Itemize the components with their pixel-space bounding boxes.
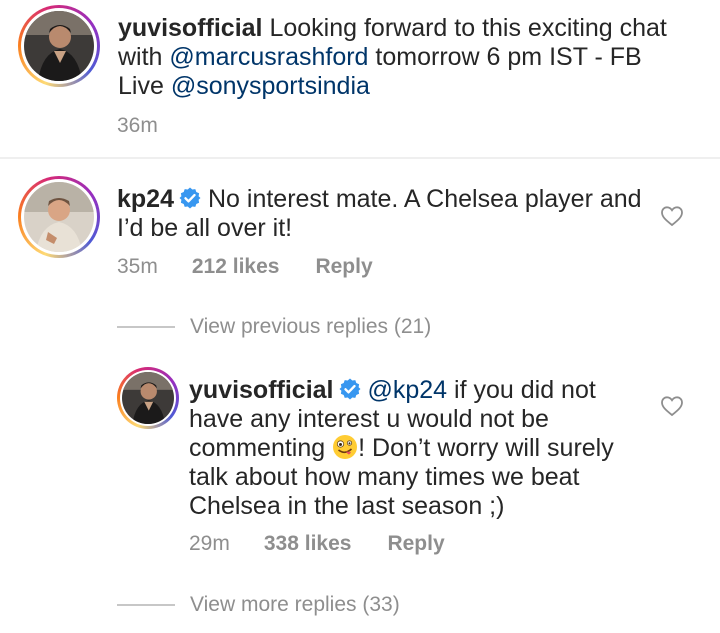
like-heart-icon[interactable] bbox=[660, 204, 684, 228]
replies-divider-line bbox=[117, 604, 175, 606]
comment-likes[interactable]: 212 likes bbox=[192, 255, 280, 279]
profile-photo bbox=[122, 372, 174, 424]
like-heart-icon[interactable] bbox=[660, 394, 684, 418]
avatar-yuvisofficial[interactable] bbox=[18, 5, 100, 87]
profile-photo bbox=[24, 182, 94, 252]
reply-text: yuvisofficial @kp24 if you did not have a… bbox=[189, 376, 614, 520]
comment-reply-button[interactable]: Reply bbox=[315, 255, 372, 279]
zany-face-emoji-icon bbox=[333, 435, 358, 459]
comment-text: kp24 No interest mate. A Chelsea player a… bbox=[117, 185, 642, 242]
profile-photo bbox=[24, 11, 94, 81]
username-yuvisofficial[interactable]: yuvisofficial bbox=[118, 14, 263, 42]
username-kp24[interactable]: kp24 bbox=[117, 185, 174, 213]
reply-timestamp: 29m bbox=[189, 532, 230, 555]
replies-divider-line bbox=[117, 326, 175, 328]
caption-meta: 36m bbox=[117, 114, 158, 138]
verified-badge-icon bbox=[339, 378, 360, 400]
verified-badge-icon bbox=[179, 187, 201, 209]
reply-likes[interactable]: 338 likes bbox=[264, 532, 352, 556]
username-yuvisofficial[interactable]: yuvisofficial bbox=[189, 376, 334, 404]
reply-meta: 29m 338 likes Reply bbox=[189, 532, 445, 556]
reply-reply-button[interactable]: Reply bbox=[387, 532, 444, 556]
view-more-replies-link[interactable]: View more replies (33) bbox=[190, 593, 400, 617]
view-previous-replies-link[interactable]: View previous replies (21) bbox=[190, 315, 431, 339]
mention-marcusrashford[interactable]: @marcusrashford bbox=[169, 43, 368, 71]
mention-kp24[interactable]: @kp24 bbox=[368, 376, 448, 404]
caption-text: yuvisofficial Looking forward to this ex… bbox=[118, 14, 667, 100]
mention-sonysportsindia[interactable]: @sonysportsindia bbox=[171, 72, 370, 100]
caption-timestamp: 36m bbox=[117, 114, 158, 137]
avatar-kp24[interactable] bbox=[18, 176, 100, 258]
comment-timestamp: 35m bbox=[117, 255, 158, 278]
section-divider bbox=[0, 157, 720, 159]
comment-meta: 35m 212 likes Reply bbox=[117, 255, 373, 279]
avatar-yuvisofficial-reply[interactable] bbox=[117, 367, 179, 429]
